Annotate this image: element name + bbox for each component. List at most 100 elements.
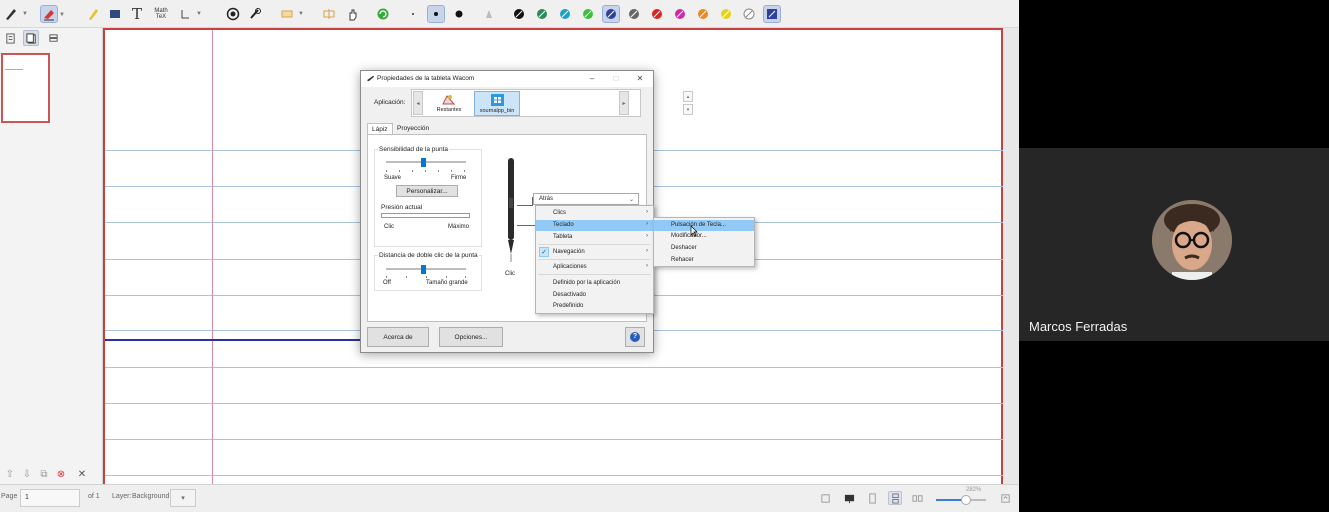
color-magenta-icon[interactable] [671,5,689,23]
move-up-icon[interactable]: ⇧ [3,467,17,481]
chevron-down-icon[interactable]: ▼ [298,11,304,17]
help-button[interactable]: ? [625,327,645,347]
page-preview-icon[interactable] [23,30,39,46]
submenu-item-keystroke[interactable]: Pulsación de Tecla... [654,220,754,231]
pen-tool-icon[interactable]: ▼ [2,5,28,23]
pen-button-select[interactable]: Atrás ⌄ [533,193,639,205]
tip-feel-slider[interactable] [386,158,466,167]
menu-item-keyboard[interactable]: Teclado › [536,220,653,231]
chevron-down-icon: ⌄ [628,197,634,203]
color-green-icon[interactable] [533,5,551,23]
layout-horizontal-icon[interactable] [910,491,924,505]
remove-app-icon[interactable]: ▾ [683,104,693,115]
minimize-icon[interactable]: – [587,74,597,83]
menu-item-label: Modificador... [671,233,707,239]
menu-item-applications[interactable]: Aplicaciones › [536,262,653,273]
layout-vertical-icon[interactable] [865,491,879,505]
color-blue-icon[interactable] [602,5,620,23]
fill-icon[interactable] [480,5,498,23]
app-tile-label: Restantes [436,107,462,113]
scroll-right-icon[interactable]: ▸ [619,91,629,115]
layer-dropdown[interactable]: ▾ [170,489,196,507]
dot-large-icon[interactable] [450,5,468,23]
video-panel-top [1019,0,1329,147]
app-tile-others[interactable]: Restantes [426,91,472,116]
help-icon: ? [630,332,640,342]
page-thumbnail[interactable] [1,53,50,123]
math-tool-icon[interactable]: Math TeX [152,5,170,23]
vertical-space-icon[interactable] [320,5,338,23]
color-black-icon[interactable] [510,5,528,23]
shape-rectangle-icon[interactable]: ▼ [278,5,304,23]
move-down-icon[interactable]: ⇩ [20,467,34,481]
chevron-down-icon[interactable]: ▼ [22,11,28,17]
color-lime-icon[interactable] [579,5,597,23]
close-icon[interactable]: ✕ [75,467,89,481]
double-click-slider-handle[interactable] [420,265,426,274]
maximize-icon[interactable]: □ [611,74,621,83]
options-button[interactable]: Opciones... [439,327,503,347]
menu-item-navigation[interactable]: ✓ Navegación › [536,247,653,258]
color-picker-icon[interactable] [763,5,781,23]
customize-button[interactable]: Personalizar... [396,185,458,197]
color-yellow-icon[interactable] [717,5,735,23]
fit-page-icon[interactable] [998,491,1012,505]
chevron-right-icon: › [646,233,648,239]
pen-illustration-icon [508,158,514,262]
layout-single-icon[interactable] [818,491,832,505]
dot-medium-icon[interactable] [427,5,445,23]
refresh-icon[interactable] [374,5,392,23]
chevron-right-icon: › [646,221,648,227]
tip-feel-min-label: Suave [384,175,402,181]
slider-tick [451,170,452,172]
highlighter-tool-icon[interactable] [84,5,102,23]
submenu-item-modifier[interactable]: Modificador... [654,231,754,242]
chevron-down-icon[interactable]: ▼ [59,12,65,18]
copy-page-icon[interactable]: ⧉ [37,467,51,481]
page-number-input[interactable]: 1 [20,489,80,507]
participant-video-tile[interactable]: Marcos Ferradas [1019,148,1329,341]
color-teal-icon[interactable] [556,5,574,23]
menu-item-label: Clics [553,210,566,216]
scroll-left-icon[interactable]: ◂ [413,91,423,115]
select-object-icon[interactable] [224,5,242,23]
layout-continuous-icon[interactable] [888,491,902,505]
menu-item-clicks[interactable]: Clics › [536,208,653,219]
zoom-slider-handle[interactable] [961,495,971,505]
layers-icon[interactable] [45,30,61,46]
current-pressure-bar [381,213,470,218]
eraser-tool-icon[interactable]: ▼ [40,5,65,23]
image-tool-icon[interactable] [106,5,124,23]
app-tile-xournalpp[interactable]: xournalpp_bin [474,91,520,116]
outline-view-icon[interactable] [2,30,18,46]
menu-item-tablet[interactable]: Tableta › [536,232,653,243]
about-button[interactable]: Acerca de [367,327,429,347]
zoom-slider[interactable] [936,495,986,505]
tip-feel-slider-handle[interactable] [420,158,426,167]
slider-tick [399,170,400,172]
menu-item-app-defined[interactable]: Definido por la aplicación [536,278,653,289]
pressure-max-label: Máximo [448,224,470,230]
add-app-icon[interactable]: ▴ [683,91,693,102]
submenu-item-redo[interactable]: Rehacer [654,255,754,266]
close-icon[interactable]: ✕ [635,74,645,83]
double-click-slider[interactable] [386,265,466,274]
text-tool-icon[interactable]: T [128,5,146,23]
color-orange-icon[interactable] [694,5,712,23]
color-red-icon[interactable] [648,5,666,23]
menu-item-disabled[interactable]: Desactivado [536,290,653,301]
color-white-icon[interactable] [740,5,758,23]
chevron-down-icon: ▾ [181,495,185,502]
ruler-tool-icon[interactable]: ▼ [176,5,202,23]
delete-page-icon[interactable]: ⊗ [54,467,68,481]
hand-tool-icon[interactable] [344,5,362,23]
dot-small-icon[interactable] [404,5,422,23]
presentation-icon[interactable] [842,491,856,505]
submenu-item-undo[interactable]: Deshacer [654,243,754,254]
play-object-icon[interactable] [246,5,264,23]
menu-item-label: Deshacer [671,245,697,251]
keyboard-submenu: Pulsación de Tecla... Modificador... Des… [653,217,755,267]
menu-item-default[interactable]: Predefinido [536,301,653,312]
chevron-down-icon[interactable]: ▼ [196,11,202,17]
color-gray-icon[interactable] [625,5,643,23]
